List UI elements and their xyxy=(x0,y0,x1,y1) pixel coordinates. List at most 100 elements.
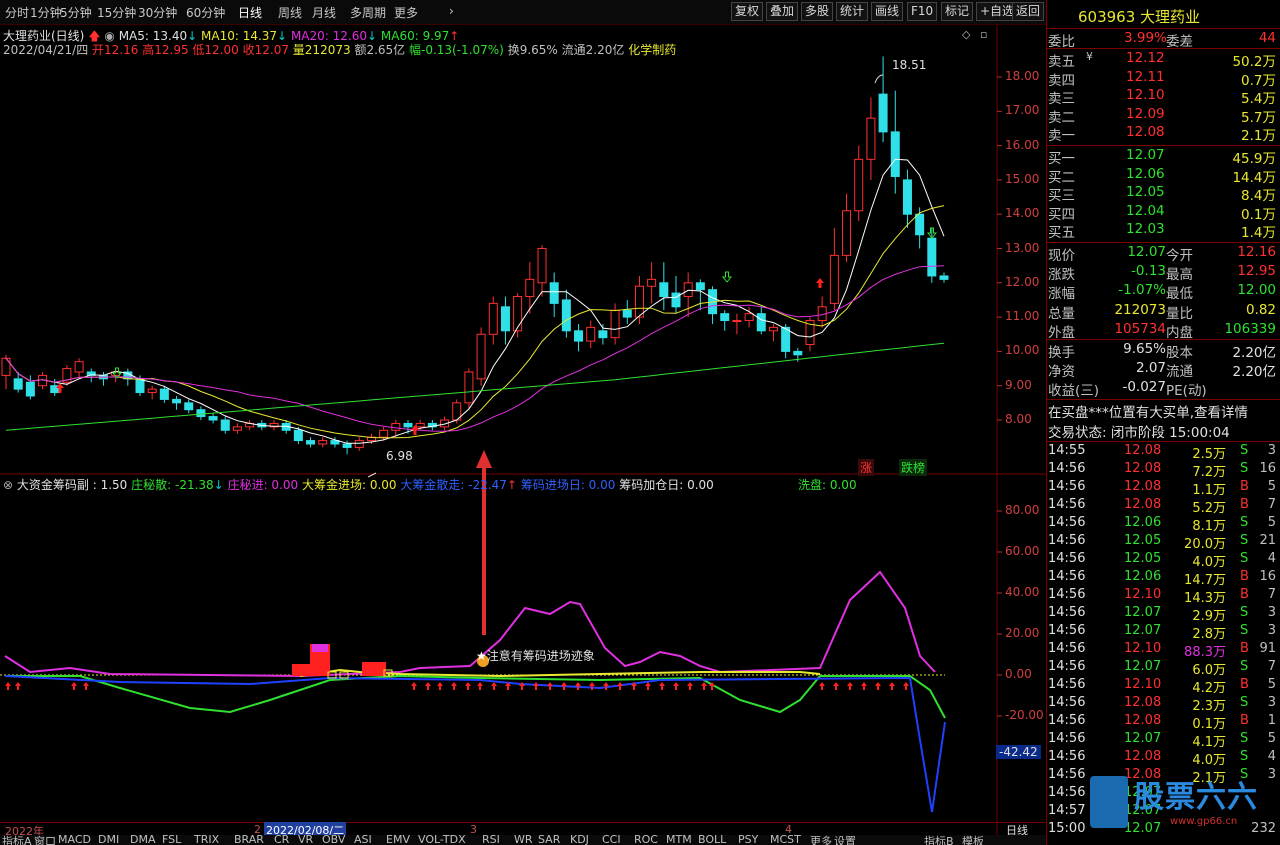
indicator-tab-1[interactable]: 窗口 xyxy=(34,835,56,845)
price-tick-label: 10.00 xyxy=(1005,343,1040,358)
indicator-tab-11[interactable]: ASI xyxy=(354,835,372,845)
toolbar-button-6[interactable]: 标记 xyxy=(941,2,974,21)
toolbar-button-8[interactable]: 返回 xyxy=(1012,2,1045,21)
tick-count: 4 xyxy=(1267,749,1276,764)
tick-row: 14:56 12.10 14.3万 B 7 xyxy=(1048,587,1278,606)
buy-level-row[interactable]: 买一 12.07 45.9万 xyxy=(1048,147,1278,167)
indicator-tab-13[interactable]: VOL-TDX xyxy=(418,835,466,845)
period-tab-0[interactable]: 分时 xyxy=(5,4,29,21)
indicator-tab-5[interactable]: FSL xyxy=(162,835,181,845)
candle-body xyxy=(756,313,766,332)
toolbar-button-0[interactable]: 复权 xyxy=(731,2,764,21)
divider xyxy=(1047,48,1280,49)
weibi-label: 委比 xyxy=(1048,34,1075,50)
chip-entry-bar xyxy=(362,662,386,676)
sell-signal-icon xyxy=(721,271,733,283)
indicator-tab-23[interactable]: MCST xyxy=(770,835,801,845)
sell-level-row[interactable]: 卖四 12.11 0.7万 xyxy=(1048,69,1278,89)
candle-body xyxy=(793,350,803,356)
indicator-tab-22[interactable]: PSY xyxy=(738,835,758,845)
stat-label: 净资 xyxy=(1048,364,1075,381)
divider xyxy=(1047,28,1280,29)
tick-volume: 8.1万 xyxy=(1192,519,1226,534)
tick-volume: 4.2万 xyxy=(1192,681,1226,696)
indicator-tab-7[interactable]: BRAR xyxy=(234,835,264,845)
period-tab-3[interactable]: 15分钟 xyxy=(97,4,136,21)
period-tab-1[interactable]: 1分钟 xyxy=(30,4,62,21)
toolbar-button-1[interactable]: 叠加 xyxy=(766,2,799,21)
sell-level-row[interactable]: 卖三 12.10 5.4万 xyxy=(1048,87,1278,107)
diamond-icon[interactable]: ◇ xyxy=(962,28,970,41)
stat-label: 收益(三) xyxy=(1048,383,1100,400)
indicator-tab-10[interactable]: OBV xyxy=(322,835,345,845)
tick-price: 12.08 xyxy=(1124,443,1162,458)
candle-body xyxy=(622,309,632,318)
indicator-tab-12[interactable]: EMV xyxy=(386,835,410,845)
tick-price: 12.08 xyxy=(1124,695,1162,710)
toolbar-button-5[interactable]: F10 xyxy=(907,2,938,21)
tick-row: 14:56 12.06 8.1万 S 5 xyxy=(1048,515,1278,534)
period-tab-10[interactable]: 更多 xyxy=(394,4,418,21)
indicator-tab-14[interactable]: RSI xyxy=(482,835,500,845)
toolbar-button-4[interactable]: 画线 xyxy=(871,2,904,21)
indicator-tab-17[interactable]: KDJ xyxy=(570,835,589,845)
period-tab-7[interactable]: 周线 xyxy=(278,4,302,21)
indicator-tab-right-0[interactable]: 指标B xyxy=(924,835,954,845)
indicator-tab-3[interactable]: DMI xyxy=(98,835,119,845)
tick-price: 12.10 xyxy=(1124,587,1162,602)
sell-volume: 5.4万 xyxy=(1241,91,1276,107)
sell-level-row[interactable]: 卖二 12.09 5.7万 xyxy=(1048,105,1278,126)
stat-label: PE(动) xyxy=(1166,383,1207,400)
big-order-notice[interactable]: 在买盘***位置有大买单,查看详情 xyxy=(1048,401,1278,421)
signal-arrow-icon xyxy=(83,682,89,690)
indicator-tab-right-1[interactable]: 模板 xyxy=(962,835,984,845)
buy-level-row[interactable]: 买三 12.05 8.4万 xyxy=(1048,184,1278,204)
sell-price: 12.12 xyxy=(1126,50,1165,66)
signal-arrow-icon xyxy=(889,682,895,690)
buy-level-row[interactable]: 买五 12.03 1.4万 xyxy=(1048,221,1278,241)
sell-price: 12.09 xyxy=(1126,105,1165,122)
indicator-tab-8[interactable]: CR xyxy=(274,835,289,845)
indicator-tab-20[interactable]: MTM xyxy=(666,835,692,845)
candle-body xyxy=(561,299,571,332)
indicator-tab-18[interactable]: CCI xyxy=(602,835,621,845)
expand-icon[interactable]: ▫ xyxy=(980,28,987,41)
period-tab-5[interactable]: 60分钟 xyxy=(186,4,225,21)
stat-row: 现价 12.07 今开 12.16 xyxy=(1048,244,1278,264)
indicator-tab-4[interactable]: DMA xyxy=(130,835,156,845)
stat-row: 净资 2.07 流通 2.20亿 xyxy=(1048,360,1278,381)
toolbar-button-3[interactable]: 统计 xyxy=(836,2,869,21)
indicator-tab-2[interactable]: MACD xyxy=(58,835,91,845)
indicator-tab-21[interactable]: BOLL xyxy=(698,835,726,845)
stat-label: 量比 xyxy=(1166,305,1193,322)
candle-body xyxy=(902,179,912,215)
period-tab-9[interactable]: 多周期 xyxy=(350,4,386,21)
period-tab-8[interactable]: 月线 xyxy=(312,4,336,21)
indicator-tab-9[interactable]: VR xyxy=(298,835,313,845)
weicha-label: 委差 xyxy=(1166,34,1193,50)
indicator-tab-19[interactable]: ROC xyxy=(634,835,658,845)
sell-level-label: 卖五 xyxy=(1048,54,1075,70)
indicator-tick-label: 0.00 xyxy=(1005,667,1032,681)
period-tab-4[interactable]: 30分钟 xyxy=(138,4,177,21)
indicator-tab-16[interactable]: SAR xyxy=(538,835,560,845)
candle-body xyxy=(500,306,510,332)
indicator-tab-0[interactable]: 指标A xyxy=(2,835,32,845)
indicator-tab-24[interactable]: 更多 xyxy=(810,835,832,845)
candle-body xyxy=(513,296,523,332)
buy-level-row[interactable]: 买四 12.04 0.1万 xyxy=(1048,203,1278,223)
tick-count: 91 xyxy=(1259,641,1276,656)
price-chart[interactable] xyxy=(0,25,1046,845)
sell-level-row[interactable]: 卖五 ¥12.12 50.2万 xyxy=(1048,50,1278,70)
buy-level-row[interactable]: 买二 12.06 14.4万 xyxy=(1048,166,1278,186)
divider xyxy=(1047,242,1280,243)
candle-body xyxy=(25,381,35,397)
more-arrow-icon[interactable]: › xyxy=(449,4,454,18)
indicator-tab-15[interactable]: WR xyxy=(514,835,533,845)
period-tab-2[interactable]: 5分钟 xyxy=(60,4,92,21)
period-tab-6[interactable]: 日线 xyxy=(238,4,262,21)
indicator-tab-6[interactable]: TRIX xyxy=(194,835,219,845)
sell-level-row[interactable]: 卖一 12.08 2.1万 xyxy=(1048,124,1278,144)
toolbar-button-2[interactable]: 多股 xyxy=(801,2,834,21)
indicator-tab-25[interactable]: 设置 xyxy=(834,835,856,845)
